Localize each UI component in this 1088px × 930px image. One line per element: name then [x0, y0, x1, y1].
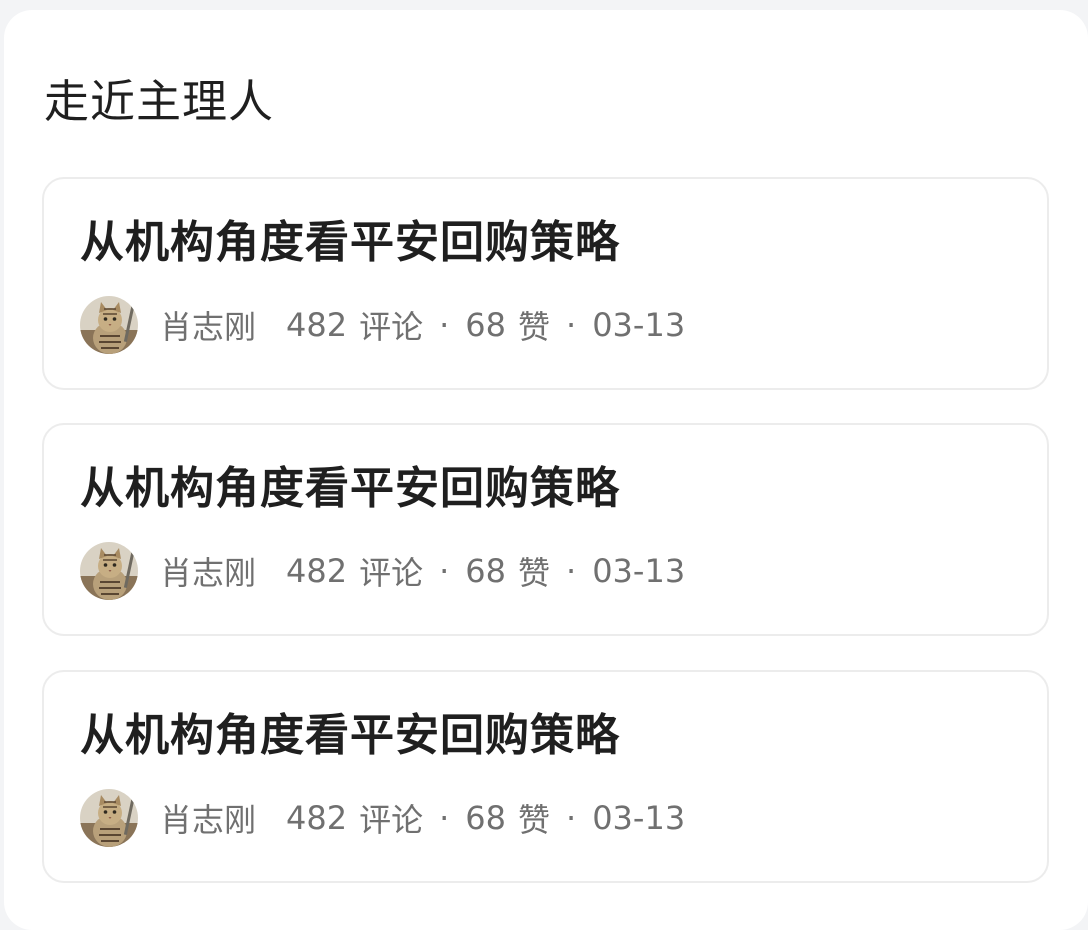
article-card[interactable]: 从机构角度看平安回购策略 肖志刚 482 评论 · 68 赞 · 03-13 — [42, 177, 1049, 390]
article-title[interactable]: 从机构角度看平安回购策略 — [80, 459, 620, 519]
meta-separator: · — [566, 552, 577, 590]
comments-label: 评论 — [359, 308, 424, 346]
article-card[interactable]: 从机构角度看平安回购策略 肖志刚 482 评论 · 68 赞 · 03-13 — [42, 423, 1049, 636]
author-name[interactable]: 肖志刚 — [160, 302, 256, 348]
comments-label: 评论 — [359, 801, 424, 839]
meta-separator: · — [439, 799, 450, 837]
meta-separator: · — [439, 552, 450, 590]
author-name[interactable]: 肖志刚 — [160, 548, 256, 594]
meta-separator: · — [566, 306, 577, 344]
article-meta: 肖志刚 482 评论 · 68 赞 · 03-13 — [80, 295, 685, 355]
article-title[interactable]: 从机构角度看平安回购策略 — [80, 213, 620, 273]
article-title[interactable]: 从机构角度看平安回购策略 — [80, 706, 620, 766]
likes-count: 68 — [465, 552, 506, 590]
cat-avatar-icon[interactable] — [80, 542, 138, 600]
article-card[interactable]: 从机构角度看平安回购策略 肖志刚 482 评论 · 68 赞 · 03-13 — [42, 670, 1049, 883]
comments-count: 482 — [286, 552, 348, 590]
likes-label: 赞 — [518, 308, 551, 346]
article-date: 03-13 — [592, 552, 686, 590]
article-date: 03-13 — [592, 799, 686, 837]
comments-label: 评论 — [359, 554, 424, 592]
comments-count: 482 — [286, 799, 348, 837]
meta-separator: · — [566, 799, 577, 837]
manager-section-panel: 走近主理人 从机构角度看平安回购策略 肖志刚 482 评论 · 68 赞 · 0… — [4, 10, 1088, 930]
article-meta: 肖志刚 482 评论 · 68 赞 · 03-13 — [80, 541, 685, 601]
cat-avatar-icon[interactable] — [80, 296, 138, 354]
cat-avatar-icon[interactable] — [80, 789, 138, 847]
likes-label: 赞 — [518, 801, 551, 839]
article-meta: 肖志刚 482 评论 · 68 赞 · 03-13 — [80, 788, 685, 848]
likes-count: 68 — [465, 306, 506, 344]
likes-count: 68 — [465, 799, 506, 837]
author-name[interactable]: 肖志刚 — [160, 795, 256, 841]
article-date: 03-13 — [592, 306, 686, 344]
section-title: 走近主理人 — [44, 75, 275, 128]
meta-separator: · — [439, 306, 450, 344]
likes-label: 赞 — [518, 554, 551, 592]
comments-count: 482 — [286, 306, 348, 344]
